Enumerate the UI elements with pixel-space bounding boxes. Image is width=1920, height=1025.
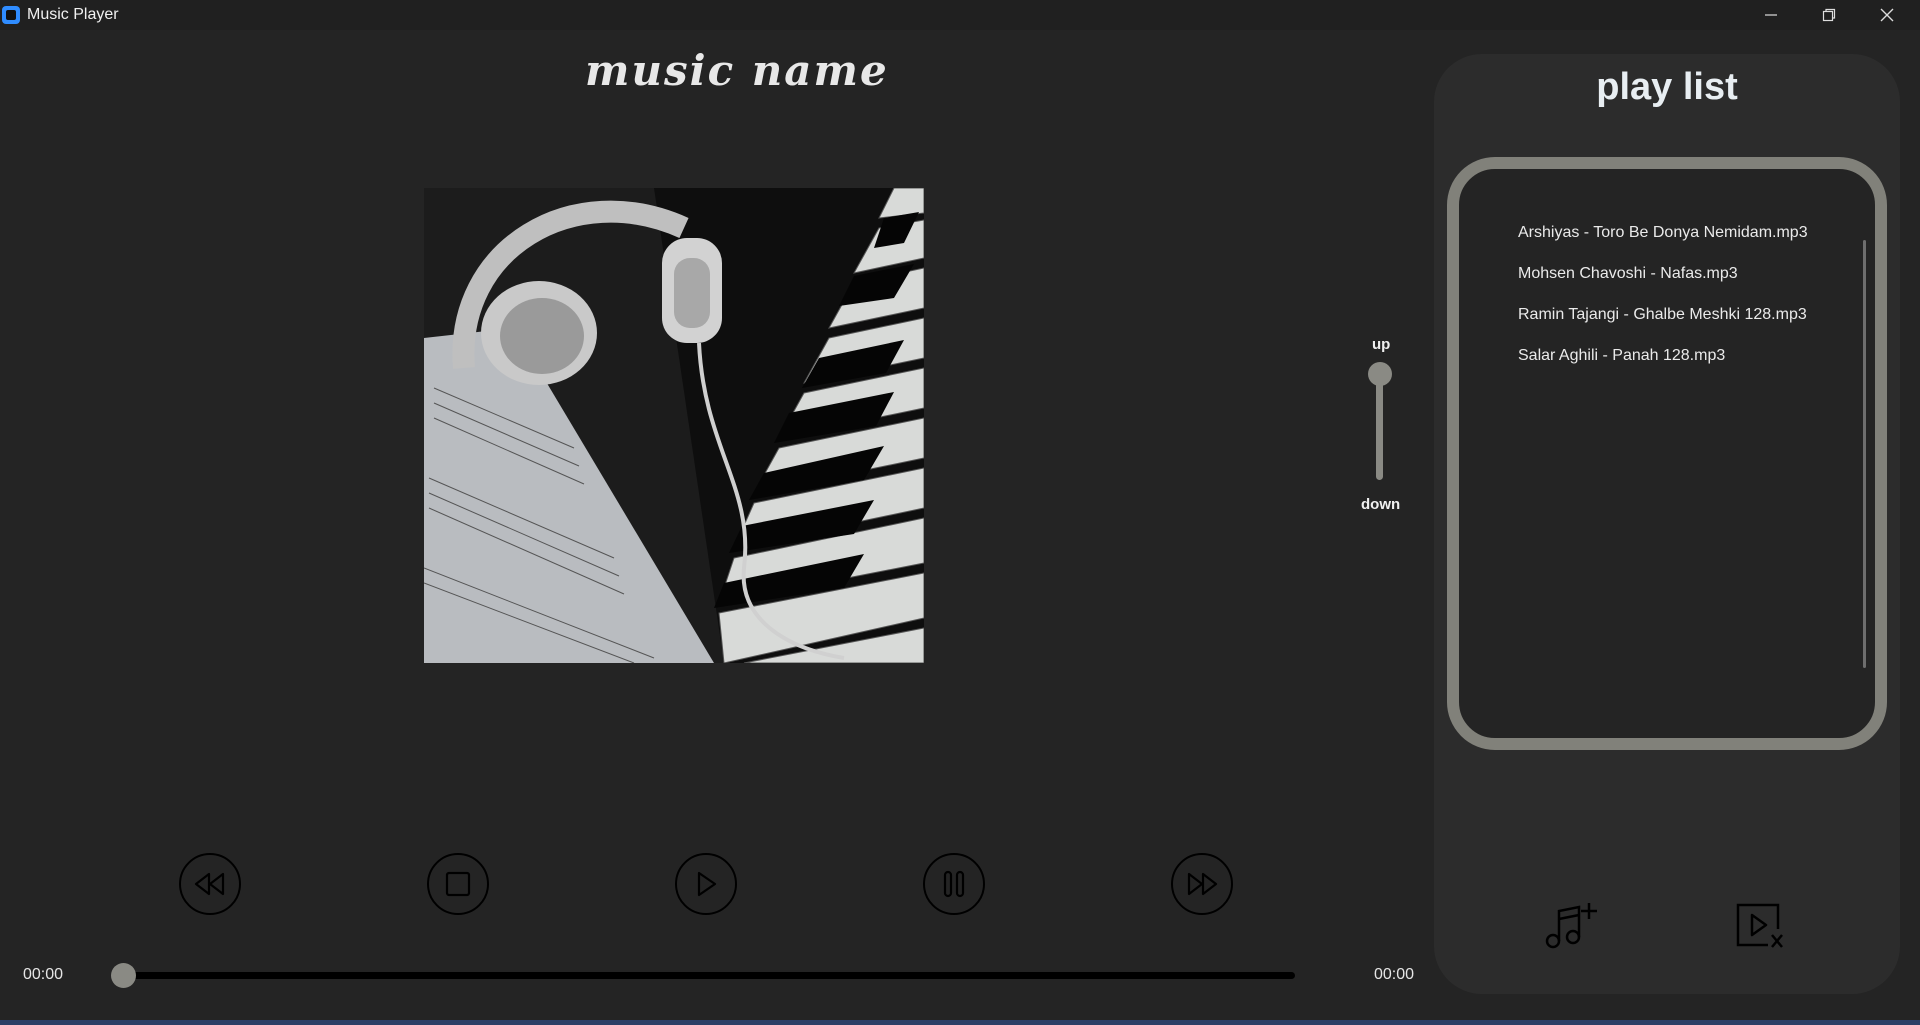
window-title: Music Player [27, 6, 119, 23]
playlist-title: play list [1596, 66, 1738, 108]
minimize-icon [1765, 14, 1777, 16]
add-music-button[interactable] [1542, 900, 1602, 952]
album-cover [424, 188, 924, 663]
playlist-list: Arshiyas - Toro Be Donya Nemidam.mp3 Moh… [1518, 224, 1808, 388]
progress-bar[interactable] [122, 972, 1295, 979]
stop-button[interactable] [427, 853, 489, 915]
restore-button[interactable] [1800, 0, 1858, 30]
taskbar-edge [0, 1020, 1920, 1025]
close-icon [1880, 8, 1894, 22]
fast-forward-icon [1187, 872, 1218, 896]
fast-forward-button[interactable] [1171, 853, 1233, 915]
playlist-item[interactable]: Mohsen Chavoshi - Nafas.mp3 [1518, 265, 1808, 306]
add-music-icon [1545, 903, 1597, 949]
playlist-item[interactable]: Ramin Tajangi - Ghalbe Meshki 128.mp3 [1518, 306, 1808, 347]
restore-icon [1822, 8, 1836, 22]
stop-icon [445, 871, 471, 897]
playlist-item[interactable]: Salar Aghili - Panah 128.mp3 [1518, 347, 1808, 388]
remove-playlist-icon [1736, 903, 1783, 948]
song-title: music name [585, 46, 889, 95]
play-icon [697, 871, 717, 897]
rewind-icon [194, 872, 225, 896]
progress-handle[interactable] [111, 963, 136, 988]
total-time: 00:00 [1374, 966, 1415, 983]
app-icon [2, 6, 20, 24]
pause-icon [943, 870, 965, 898]
volume-down-label: down [1361, 496, 1401, 513]
volume-up-label: up [1372, 336, 1391, 353]
volume-slider-handle[interactable] [1368, 362, 1392, 386]
playlist-scrollbar[interactable] [1863, 240, 1866, 668]
title-bar: Music Player [0, 0, 1920, 30]
rewind-button[interactable] [179, 853, 241, 915]
play-button[interactable] [675, 853, 737, 915]
remove-music-button[interactable] [1730, 900, 1790, 952]
close-button[interactable] [1858, 0, 1916, 30]
pause-button[interactable] [923, 853, 985, 915]
volume-slider[interactable] [1376, 372, 1383, 480]
current-time: 00:00 [23, 966, 64, 983]
playlist-item[interactable]: Arshiyas - Toro Be Donya Nemidam.mp3 [1518, 224, 1808, 265]
minimize-button[interactable] [1742, 0, 1800, 30]
